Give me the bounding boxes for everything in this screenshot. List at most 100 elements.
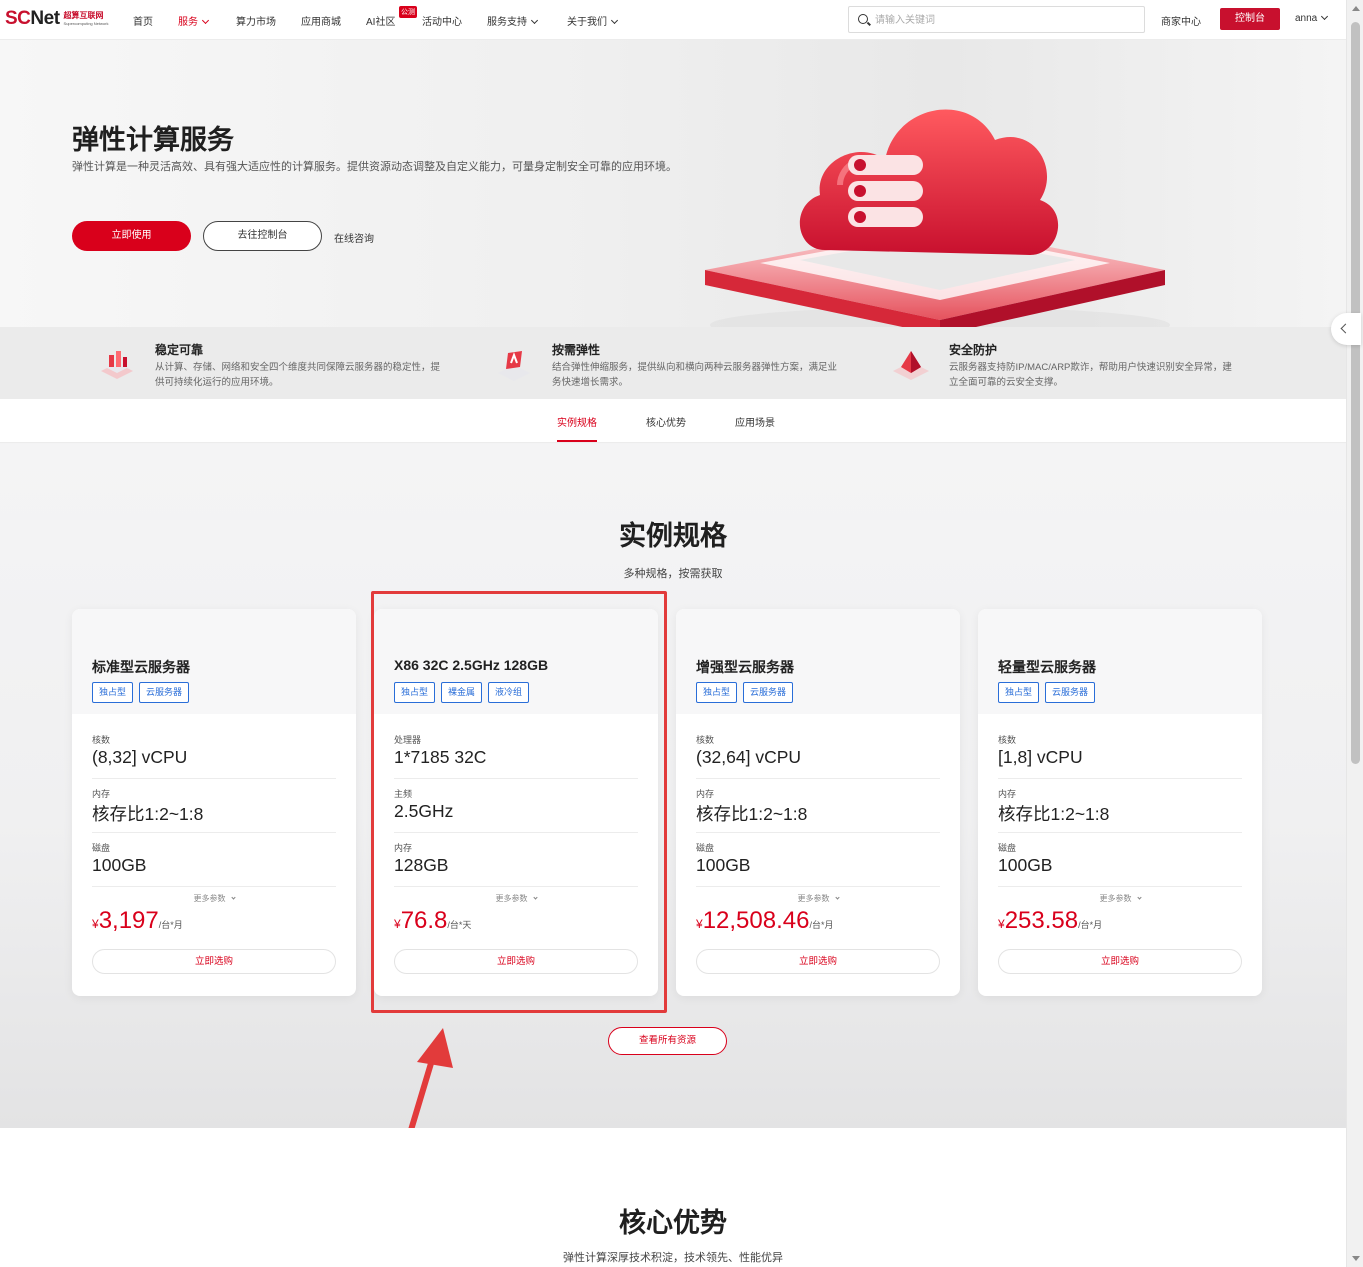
price-currency: ¥ [394,917,401,931]
view-all-resources-button[interactable]: 查看所有资源 [608,1027,727,1055]
nav-ai-community[interactable]: AI社区 [366,13,395,28]
buy-now-button[interactable]: 立即选购 [394,949,638,974]
logo-wordmark: SCNet [5,8,60,29]
nav-about-us[interactable]: 关于我们 [567,13,619,28]
card-name: 增强型云服务器 [696,659,794,675]
console-button[interactable]: 控制台 [1220,8,1280,30]
spec-value: 核存比1:2~1:8 [998,804,1110,824]
spec-value: 1*7185 32C [394,747,487,767]
spec-value: (8,32] vCPU [92,747,188,767]
tab-instance-specs[interactable]: 实例规格 [557,414,597,442]
spec-label: 磁盘 [696,843,715,853]
search-box[interactable] [848,6,1145,33]
spec-row: 磁盘 100GB [998,841,1242,887]
search-icon[interactable] [858,14,868,24]
tag: 裸金属 [441,682,483,703]
nav-activity-center[interactable]: 活动中心 [422,13,462,28]
section-title: 核心优势 [619,1208,727,1238]
price-value: 3,197 [98,907,159,934]
shield-icon [893,351,929,380]
nav-app-store[interactable]: 应用商城 [301,13,341,28]
feature-desc: 结合弹性伸缩服务，提供纵向和横向两种云服务器弹性方案，满足业务快速增长需求。 [552,362,838,388]
price-unit: /台*天 [447,920,472,930]
more-params-toggle[interactable]: 更多参数 [978,893,1262,904]
chevron-down-icon [1136,895,1142,900]
tag: 云服务器 [139,682,190,703]
tab-core-advantages[interactable]: 核心优势 [646,414,686,429]
price: ¥12,508.46/台*月 [696,907,833,935]
scrollbar-thumb[interactable] [1351,22,1360,764]
spec-card-lightweight: 轻量型云服务器 独占型 云服务器 核数 [1,8] vCPU 内存 核存比1:2… [978,609,1262,996]
spec-value: 100GB [92,855,147,875]
buy-now-button[interactable]: 立即选购 [696,949,940,974]
use-now-button[interactable]: 立即使用 [72,221,191,251]
price-unit: /台*月 [158,920,183,930]
spec-row: 处理器 1*7185 32C [394,733,638,779]
chevron-down-icon [530,16,539,25]
feature-item: 稳定可靠 从计算、存储、网络和安全四个维度共同保障云服务器的稳定性，提供可持续化… [97,341,440,401]
side-panel-toggle[interactable] [1331,313,1361,345]
logo-en-text: Supercomputing Network [63,21,109,26]
spec-value: 100GB [998,855,1053,875]
core-advantages-section: 核心优势 弹性计算深厚技术积淀，技术领先、性能优异 [0,1128,1346,1267]
spec-label: 磁盘 [92,843,111,853]
more-params-toggle[interactable]: 更多参数 [374,893,658,904]
spec-label: 内存 [92,789,111,799]
price-value: 12,508.46 [702,907,810,934]
nav-service-support[interactable]: 服务支持 [487,13,539,28]
search-input[interactable] [875,11,1135,29]
chevron-down-icon [834,895,840,900]
online-consult-link[interactable]: 在线咨询 [334,230,374,245]
buy-now-button[interactable]: 立即选购 [92,949,336,974]
price-unit: /台*月 [1078,920,1103,930]
stack-icon [101,351,133,379]
spec-row: 内存 128GB [394,841,638,887]
feature-desc: 从计算、存储、网络和安全四个维度共同保障云服务器的稳定性，提供可持续化运行的应用… [155,362,441,388]
cloud-server-illustration [705,109,1170,327]
spec-label: 磁盘 [998,843,1017,853]
tab-use-cases[interactable]: 应用场景 [735,414,775,429]
go-to-console-button[interactable]: 去往控制台 [203,221,322,251]
scale-icon [498,351,530,381]
spec-row: 核数 (32,64] vCPU [696,733,940,779]
nav-merchant-center[interactable]: 商家中心 [1161,13,1201,28]
spec-row: 核数 [1,8] vCPU [998,733,1242,779]
scroll-up-icon[interactable] [1352,6,1360,11]
tag: 云服务器 [1045,682,1096,703]
tag: 独占型 [394,682,436,703]
more-params-toggle[interactable]: 更多参数 [676,893,960,904]
feature-title: 按需弹性 [552,343,601,357]
logo-cn-text: 超算互联网 [63,11,104,20]
spec-row: 内存 核存比1:2~1:8 [998,787,1242,833]
nav-services[interactable]: 服务 [178,13,210,28]
buy-now-button[interactable]: 立即选购 [998,949,1242,974]
spec-row: 磁盘 100GB [696,841,940,887]
spec-label: 处理器 [394,735,422,745]
price-value: 253.58 [1004,907,1079,934]
nav-compute-market[interactable]: 算力市场 [236,13,276,28]
scroll-down-icon[interactable] [1352,1256,1360,1261]
price: ¥76.8/台*天 [394,907,471,935]
spec-card-x86-bare-metal: X86 32C 2.5GHz 128GB 独占型 裸金属 液冷组 处理器 1*7… [374,609,658,996]
spec-row: 磁盘 100GB [92,841,336,887]
scnet-logo[interactable]: SCNet 超算互联网 Supercomputing Network [5,8,108,30]
spec-label: 内存 [998,789,1017,799]
price: ¥253.58/台*月 [998,907,1102,935]
more-params-toggle[interactable]: 更多参数 [72,893,356,904]
chevron-down-icon [1321,12,1329,21]
user-menu[interactable]: anna [1295,12,1329,24]
top-navbar: SCNet 超算互联网 Supercomputing Network 首页 服务… [0,0,1346,40]
tag: 独占型 [696,682,738,703]
nav-home[interactable]: 首页 [133,13,153,28]
spec-row: 内存 核存比1:2~1:8 [696,787,940,833]
spec-label: 核数 [998,735,1017,745]
spec-value: [1,8] vCPU [998,747,1083,767]
spec-row: 主频 2.5GHz [394,787,638,833]
spec-card-standard: 标准型云服务器 独占型 云服务器 核数 (8,32] vCPU 内存 核存比1:… [72,609,356,996]
price-unit: /台*月 [809,920,834,930]
page-scrollbar[interactable] [1346,0,1363,1267]
page-title: 弹性计算服务 [72,125,234,155]
annotation-arrow-icon [408,1028,453,1128]
spec-row: 内存 核存比1:2~1:8 [92,787,336,833]
chevron-down-icon [201,16,210,25]
